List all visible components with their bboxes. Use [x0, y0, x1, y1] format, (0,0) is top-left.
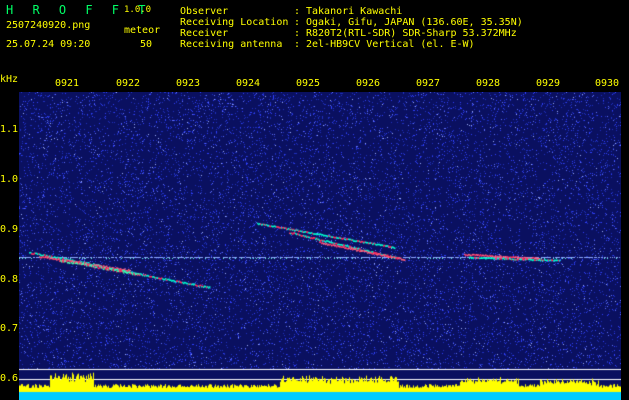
y-tick-label: 0.8: [0, 274, 19, 285]
capture-datetime: 25.07.24 09:20: [6, 39, 91, 50]
x-tick-label: 0923: [175, 78, 201, 89]
y-tick-label: 1.0: [0, 174, 19, 185]
x-tick-label: 0930: [594, 78, 620, 89]
meteor-label: meteor: [124, 25, 161, 36]
meteor-count: 50: [140, 39, 153, 50]
app-version: 1.0.0: [124, 5, 152, 15]
y-tick-label: 0.9: [0, 224, 19, 235]
x-axis-labels: 0921 0922 0923 0924 0925 0926 0927 0928 …: [0, 78, 629, 92]
x-tick-label: 0924: [235, 78, 261, 89]
x-tick-label: 0928: [475, 78, 501, 89]
info-antenna-value: 2el-HB9CV Vertical (el. E-W): [306, 39, 475, 50]
y-tick-label: 0.7: [0, 323, 19, 334]
spectrogram-canvas: [19, 92, 621, 400]
header-panel: H R O F F T 1.0.0 2507240920.png meteor …: [0, 0, 629, 70]
x-tick-label: 0926: [355, 78, 381, 89]
y-tick-label: 0.6: [0, 373, 19, 384]
x-tick-label: 0925: [295, 78, 321, 89]
x-tick-label: 0921: [54, 78, 80, 89]
file-name: 2507240920.png: [6, 20, 91, 31]
info-antenna-key: Receiving antenna: [180, 39, 283, 50]
x-tick-label: 0929: [535, 78, 561, 89]
info-antenna-sep: :: [294, 39, 301, 50]
x-tick-label: 0922: [115, 78, 141, 89]
y-tick-label: 1.1: [0, 124, 19, 135]
x-tick-label: 0927: [415, 78, 441, 89]
